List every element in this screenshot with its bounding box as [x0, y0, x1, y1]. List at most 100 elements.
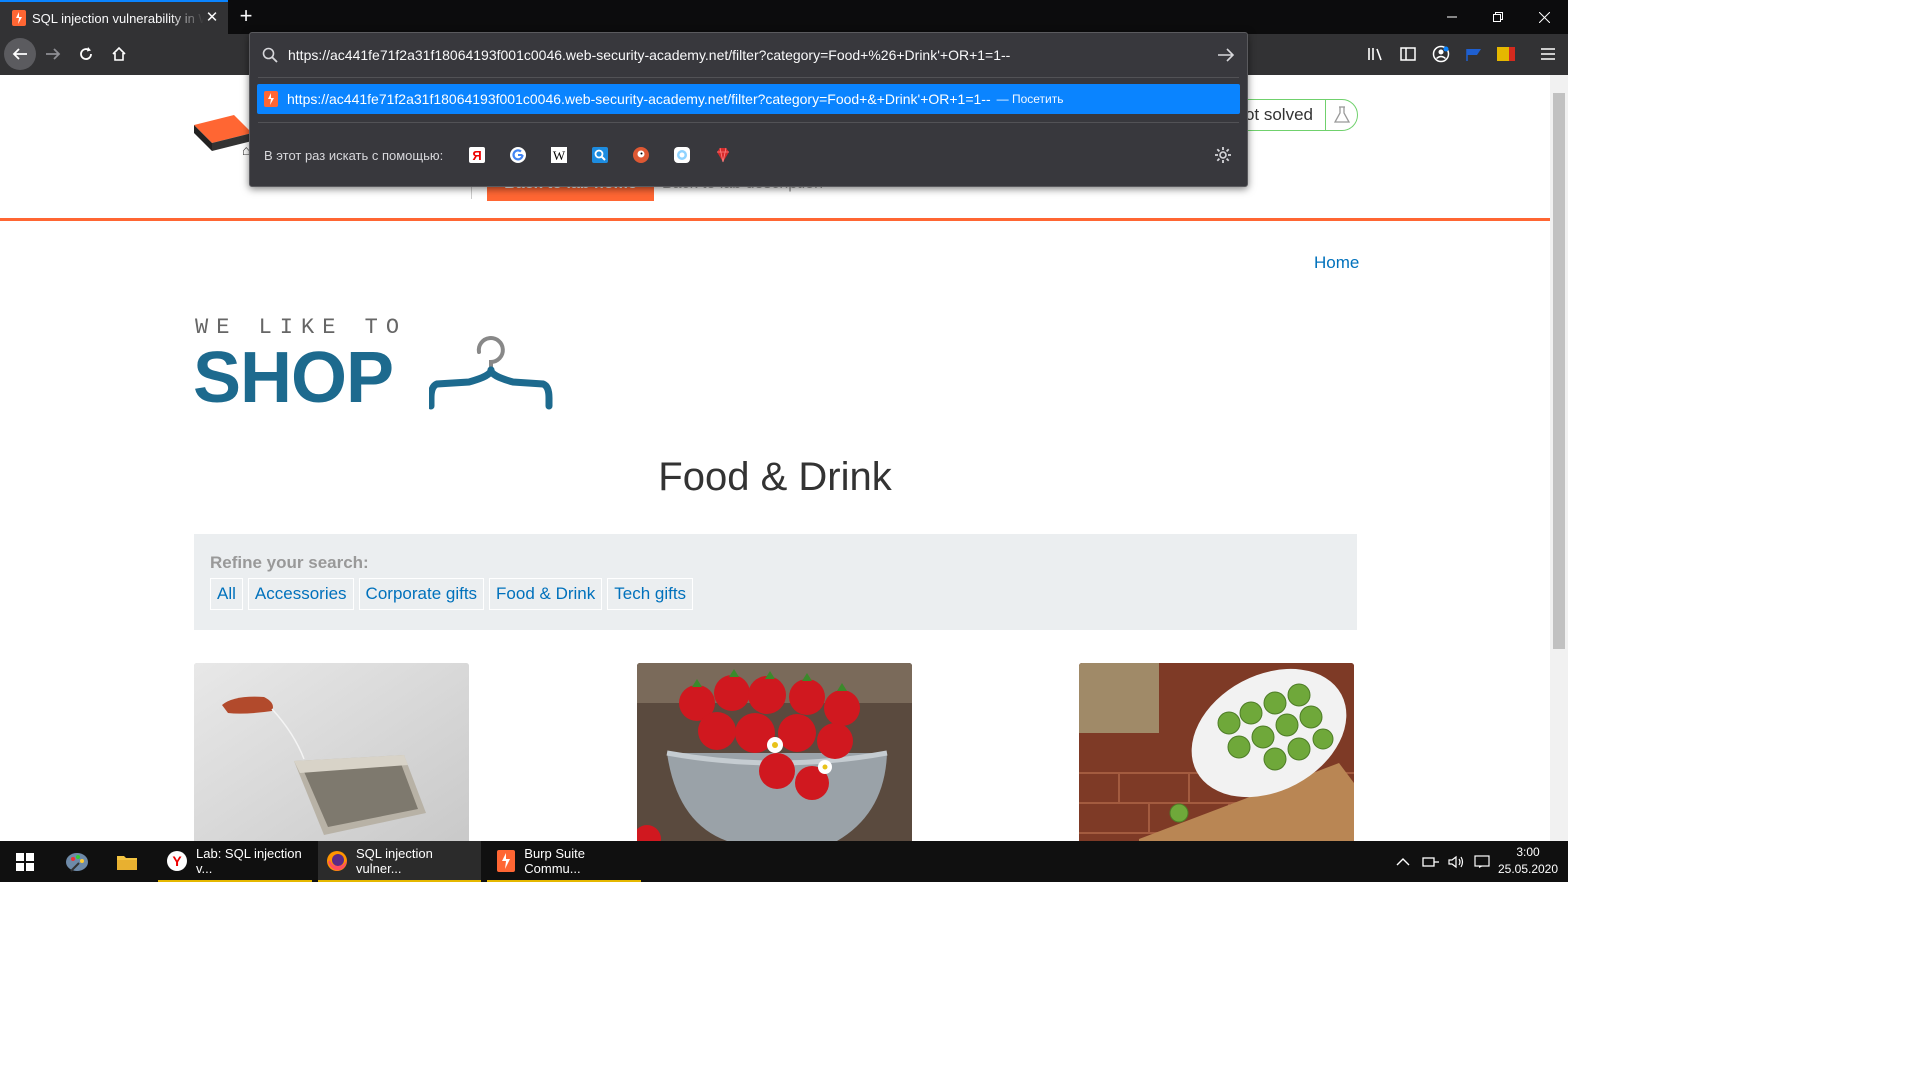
- forward-button[interactable]: [37, 38, 69, 70]
- taskbar-clock[interactable]: 3:00 25.05.2020: [1494, 844, 1562, 878]
- brussels-sprouts-image: [1079, 663, 1354, 841]
- svg-text:Я: Я: [473, 148, 482, 163]
- tab-title: SQL injection vulnerability in W: [32, 10, 204, 26]
- divider: [258, 122, 1239, 123]
- address-input[interactable]: https://ac441fe71f2a31f18064193f001c0046…: [278, 47, 1217, 63]
- urlbar-popup: https://ac441fe71f2a31f18064193f001c0046…: [249, 32, 1248, 187]
- filter-tech-gifts-link[interactable]: Tech gifts: [607, 578, 694, 610]
- library-button[interactable]: [1360, 38, 1392, 70]
- wikipedia-icon: W: [551, 147, 568, 163]
- search-with-label: В этот раз искать с помощью:: [264, 147, 444, 163]
- mail-engine-button[interactable]: [671, 144, 693, 166]
- product-image-strawberries[interactable]: [637, 663, 912, 841]
- filter-food-drink-link[interactable]: Food & Drink: [489, 578, 603, 610]
- ruby-gem-icon: [717, 147, 730, 163]
- paint-app-icon: [66, 852, 88, 872]
- portswigger-favicon-icon: [12, 10, 26, 26]
- taskbar-item-label: Lab: SQL injection v...: [196, 845, 302, 876]
- product-image-sprouts[interactable]: [1079, 663, 1354, 841]
- hamburger-menu-icon: [1541, 48, 1555, 60]
- burp-suite-icon: [495, 849, 516, 872]
- tea-bag-image: [194, 663, 469, 841]
- category-filter-panel: Refine your search: All Accessories Corp…: [194, 534, 1357, 630]
- page-scrollbar[interactable]: [1550, 75, 1568, 841]
- taskbar-yandex-window[interactable]: Y Lab: SQL injection v...: [158, 841, 312, 882]
- yandex-browser-icon: Y: [166, 850, 188, 872]
- chevron-up-icon[interactable]: [1396, 857, 1410, 867]
- filter-accessories-link[interactable]: Accessories: [247, 578, 354, 610]
- restore-icon: [1493, 12, 1503, 22]
- windows-logo-icon: [16, 852, 34, 871]
- category-filter-list: All Accessories Corporate gifts Food & D…: [210, 578, 698, 610]
- shop-logo: WE LIKE TO SHOP: [193, 315, 553, 418]
- mail-search-icon: [674, 147, 691, 163]
- clock-date: 25.05.2020: [1497, 862, 1559, 876]
- taskbar-burp-window[interactable]: Burp Suite Commu...: [487, 841, 641, 882]
- filter-all-link[interactable]: All: [210, 578, 243, 610]
- restore-window-button[interactable]: [1475, 0, 1521, 34]
- yandex-icon: Я: [469, 147, 486, 163]
- ozon-engine-button[interactable]: [589, 144, 611, 166]
- new-tab-button[interactable]: +: [234, 5, 258, 29]
- account-icon: [1432, 45, 1450, 63]
- magnifier-blue-icon: [592, 147, 609, 163]
- wikipedia-engine-button[interactable]: W: [548, 144, 570, 166]
- search-icon: [262, 47, 278, 63]
- firefox-icon: [326, 850, 348, 872]
- windows-taskbar: Y Lab: SQL injection v... SQL injection …: [0, 841, 1568, 882]
- duckduckgo-icon: [633, 147, 650, 163]
- search-settings-gear-icon[interactable]: [1214, 146, 1232, 164]
- close-tab-icon[interactable]: ✕: [204, 10, 220, 26]
- reload-icon: [80, 47, 92, 60]
- nav-home-link[interactable]: Home: [1314, 253, 1359, 273]
- library-icon: [1368, 48, 1382, 61]
- reload-button[interactable]: [70, 38, 102, 70]
- system-tray: [1396, 841, 1492, 882]
- page-title: Food & Drink: [658, 455, 892, 499]
- file-explorer-button[interactable]: [104, 841, 150, 882]
- pinned-app-button[interactable]: [52, 841, 102, 882]
- refine-label: Refine your search:: [210, 553, 369, 572]
- scrollbar-thumb[interactable]: [1553, 93, 1565, 649]
- google-engine-button[interactable]: [507, 144, 529, 166]
- suggestion-url: https://ac441fe71f2a31f18064193f001c0046…: [287, 91, 991, 107]
- extension-flag-button[interactable]: [1490, 38, 1522, 70]
- web-security-academy-logo: ⌂: [194, 115, 252, 158]
- product-image-tea-bag[interactable]: [194, 663, 469, 841]
- lab-status-text: ot solved: [1244, 105, 1313, 124]
- sidebar-button[interactable]: [1392, 38, 1424, 70]
- extension-flag-icon: [1466, 49, 1481, 61]
- account-button[interactable]: [1425, 38, 1457, 70]
- url-suggestion-item[interactable]: https://ac441fe71f2a31f18064193f001c0046…: [257, 84, 1240, 114]
- network-icon[interactable]: [1422, 855, 1440, 869]
- close-window-button[interactable]: [1521, 0, 1567, 34]
- web-page: ⌂ ot solved Back to lab home Back to lab…: [0, 75, 1550, 841]
- arrow-left-icon: [12, 48, 27, 60]
- go-arrow-icon[interactable]: [1217, 47, 1235, 63]
- ruby-engine-button[interactable]: [712, 144, 734, 166]
- address-bar[interactable]: https://ac441fe71f2a31f18064193f001c0046…: [250, 33, 1247, 77]
- taskbar-firefox-window[interactable]: SQL injection vulner...: [318, 841, 481, 882]
- filter-corporate-gifts-link[interactable]: Corporate gifts: [358, 578, 485, 610]
- minimize-window-button[interactable]: [1429, 0, 1475, 34]
- duckduckgo-engine-button[interactable]: [630, 144, 652, 166]
- menu-button[interactable]: [1532, 38, 1564, 70]
- arrow-right-icon: [46, 48, 61, 60]
- suggestion-visit-label: — Посетить: [996, 92, 1064, 106]
- volume-icon[interactable]: [1448, 855, 1466, 869]
- browser-tab-active[interactable]: SQL injection vulnerability in W ✕: [0, 0, 228, 34]
- divider: [258, 77, 1239, 78]
- google-icon: [510, 147, 527, 163]
- extension-button[interactable]: [1458, 38, 1490, 70]
- language-icon[interactable]: [1474, 854, 1492, 869]
- start-button[interactable]: [0, 841, 50, 882]
- back-button[interactable]: [4, 38, 36, 70]
- portswigger-favicon-icon: [264, 91, 278, 107]
- sidebar-icon: [1400, 47, 1416, 61]
- folder-icon: [117, 855, 137, 870]
- yandex-engine-button[interactable]: Я: [466, 144, 488, 166]
- svg-text:Y: Y: [172, 853, 182, 869]
- romania-flag-icon: [1497, 47, 1515, 61]
- home-button[interactable]: [103, 38, 135, 70]
- taskbar-item-label: SQL injection vulner...: [356, 845, 433, 876]
